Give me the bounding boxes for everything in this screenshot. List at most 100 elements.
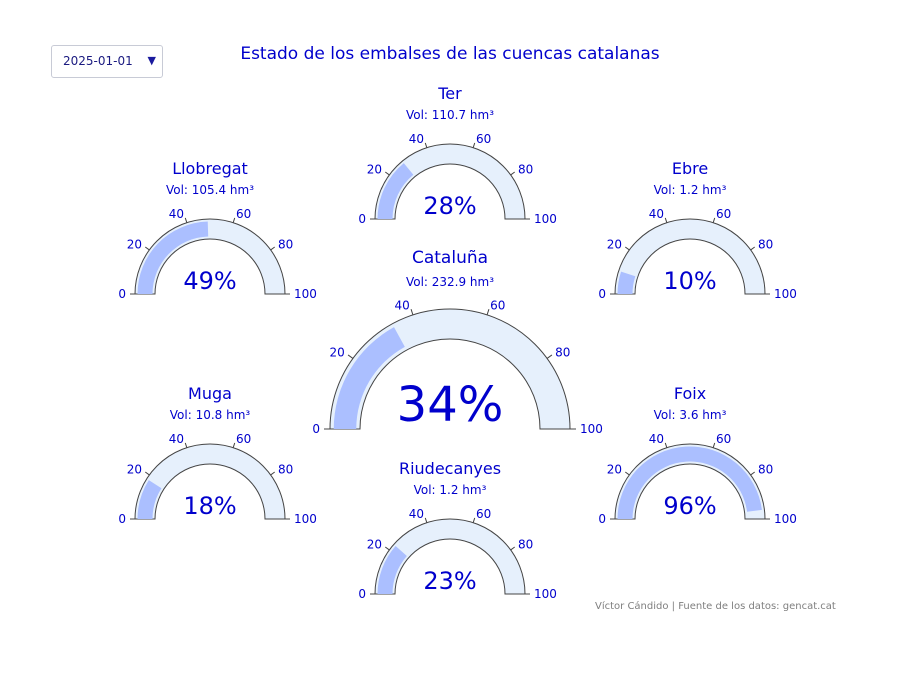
gauge-tick-label: 80 <box>518 163 533 177</box>
credit-text: Víctor Cándido | Fuente de los datos: ge… <box>595 601 836 612</box>
gauge-tick <box>750 471 756 476</box>
gauge-tick-label: 0 <box>358 587 366 601</box>
gauge-tick-label: 80 <box>278 463 293 477</box>
gauge-tick <box>624 246 630 251</box>
gauge-volume: Vol: 3.6 hm³ <box>654 408 727 422</box>
gauge-tick-label: 80 <box>518 538 533 552</box>
gauge-title: Llobregat <box>172 159 248 178</box>
gauge-catalunya: 0 20 40 60 80 100 34% Cataluña Vol: 232.9 hm³ <box>312 248 603 436</box>
gauge-tick <box>270 246 276 251</box>
gauge-tick-label: 20 <box>330 346 345 360</box>
gauge-tick-label: 20 <box>607 463 622 477</box>
gauge-value: 23% <box>423 567 476 595</box>
gauge-tick <box>424 517 428 523</box>
gauge-value: 28% <box>423 192 476 220</box>
gauge-tick-label: 60 <box>236 432 251 446</box>
gauge-tick <box>384 171 390 176</box>
gauge-volume: Vol: 105.4 hm³ <box>166 183 254 197</box>
gauge-tick <box>472 517 476 523</box>
gauge-tick <box>232 217 236 223</box>
gauge-tick-label: 100 <box>774 512 797 526</box>
gauge-tick-label: 80 <box>758 463 773 477</box>
gauge-tick <box>270 471 276 476</box>
gauge-tick-label: 40 <box>395 298 410 312</box>
gauge-tick-label: 40 <box>169 432 184 446</box>
gauge-foix: 0 20 40 60 80 100 96% Foix Vol: 3.6 hm³ <box>598 384 797 526</box>
gauge-muga: 0 20 40 60 80 100 18% Muga Vol: 10.8 hm³ <box>118 384 317 526</box>
gauge-tick-label: 100 <box>294 512 317 526</box>
gauge-tick-label: 20 <box>367 163 382 177</box>
gauge-volume: Vol: 110.7 hm³ <box>406 108 494 122</box>
gauge-tick-label: 60 <box>476 507 491 521</box>
gauge-tick-label: 100 <box>534 587 557 601</box>
gauge-tick <box>712 442 716 448</box>
gauge-tick-label: 40 <box>649 207 664 221</box>
gauge-tick <box>424 142 428 148</box>
gauge-tick-label: 20 <box>127 238 142 252</box>
gauge-tick <box>486 309 490 316</box>
gauge-title: Ter <box>437 84 462 103</box>
gauge-tick <box>410 309 414 316</box>
gauge-tick-label: 20 <box>607 238 622 252</box>
gauges-chart: 0 20 40 60 80 100 28% Ter Vol: 110.7 hm³ 0 20 40 60 8… <box>118 84 797 601</box>
gauge-tick <box>510 171 516 176</box>
gauge-ebre: 0 20 40 60 80 100 10% Ebre Vol: 1.2 hm³ <box>598 159 797 301</box>
gauge-tick <box>664 442 668 448</box>
gauge-value: 10% <box>663 267 716 295</box>
gauge-tick-label: 60 <box>490 298 505 312</box>
gauge-tick <box>184 217 188 223</box>
gauge-tick <box>347 354 354 359</box>
gauge-tick-label: 80 <box>278 238 293 252</box>
gauge-volume: Vol: 10.8 hm³ <box>170 408 251 422</box>
gauge-tick <box>472 142 476 148</box>
gauge-tick-label: 100 <box>774 287 797 301</box>
gauge-title: Muga <box>188 384 232 403</box>
gauge-value: 96% <box>663 492 716 520</box>
gauge-title: Riudecanyes <box>399 459 501 478</box>
gauge-tick-label: 0 <box>358 212 366 226</box>
gauge-tick-label: 0 <box>312 422 320 436</box>
gauge-tick-label: 40 <box>169 207 184 221</box>
gauge-riudecanyes: 0 20 40 60 80 100 23% Riudecanyes Vol: 1.2 hm³ <box>358 459 557 601</box>
gauge-tick-label: 80 <box>758 238 773 252</box>
gauge-tick <box>712 217 716 223</box>
gauge-tick <box>232 442 236 448</box>
gauge-tick-label: 20 <box>367 538 382 552</box>
gauge-tick-label: 20 <box>127 463 142 477</box>
gauge-tick <box>384 546 390 551</box>
gauge-tick <box>624 471 630 476</box>
gauge-tick <box>664 217 668 223</box>
gauge-volume: Vol: 1.2 hm³ <box>654 183 727 197</box>
gauge-tick <box>144 246 150 251</box>
gauge-tick-label: 40 <box>409 132 424 146</box>
gauge-llobregat: 0 20 40 60 80 100 49% Llobregat Vol: 105.4 hm³ <box>118 159 317 301</box>
gauge-tick-label: 40 <box>649 432 664 446</box>
gauge-title: Cataluña <box>412 248 488 268</box>
gauge-title: Ebre <box>672 159 708 178</box>
gauge-tick-label: 60 <box>716 432 731 446</box>
gauge-value: 34% <box>397 377 504 433</box>
gauge-tick <box>144 471 150 476</box>
gauge-value: 18% <box>183 492 236 520</box>
gauge-tick <box>510 546 516 551</box>
gauge-tick-label: 60 <box>236 207 251 221</box>
gauge-volume: Vol: 232.9 hm³ <box>406 275 494 289</box>
gauge-tick-label: 0 <box>118 287 126 301</box>
gauge-tick-label: 60 <box>476 132 491 146</box>
gauge-tick-label: 100 <box>580 422 603 436</box>
gauge-tick <box>750 246 756 251</box>
gauge-tick <box>546 354 553 359</box>
gauge-bar <box>377 546 407 594</box>
gauge-tick-label: 40 <box>409 507 424 521</box>
gauge-value: 49% <box>183 267 236 295</box>
gauge-tick-label: 80 <box>555 346 570 360</box>
gauge-title: Foix <box>674 384 706 403</box>
gauge-tick-label: 100 <box>294 287 317 301</box>
gauge-volume: Vol: 1.2 hm³ <box>414 483 487 497</box>
gauge-tick <box>184 442 188 448</box>
gauge-tick-label: 0 <box>118 512 126 526</box>
gauge-tick-label: 100 <box>534 212 557 226</box>
gauge-tick-label: 0 <box>598 287 606 301</box>
gauge-tick-label: 0 <box>598 512 606 526</box>
gauge-tick-label: 60 <box>716 207 731 221</box>
